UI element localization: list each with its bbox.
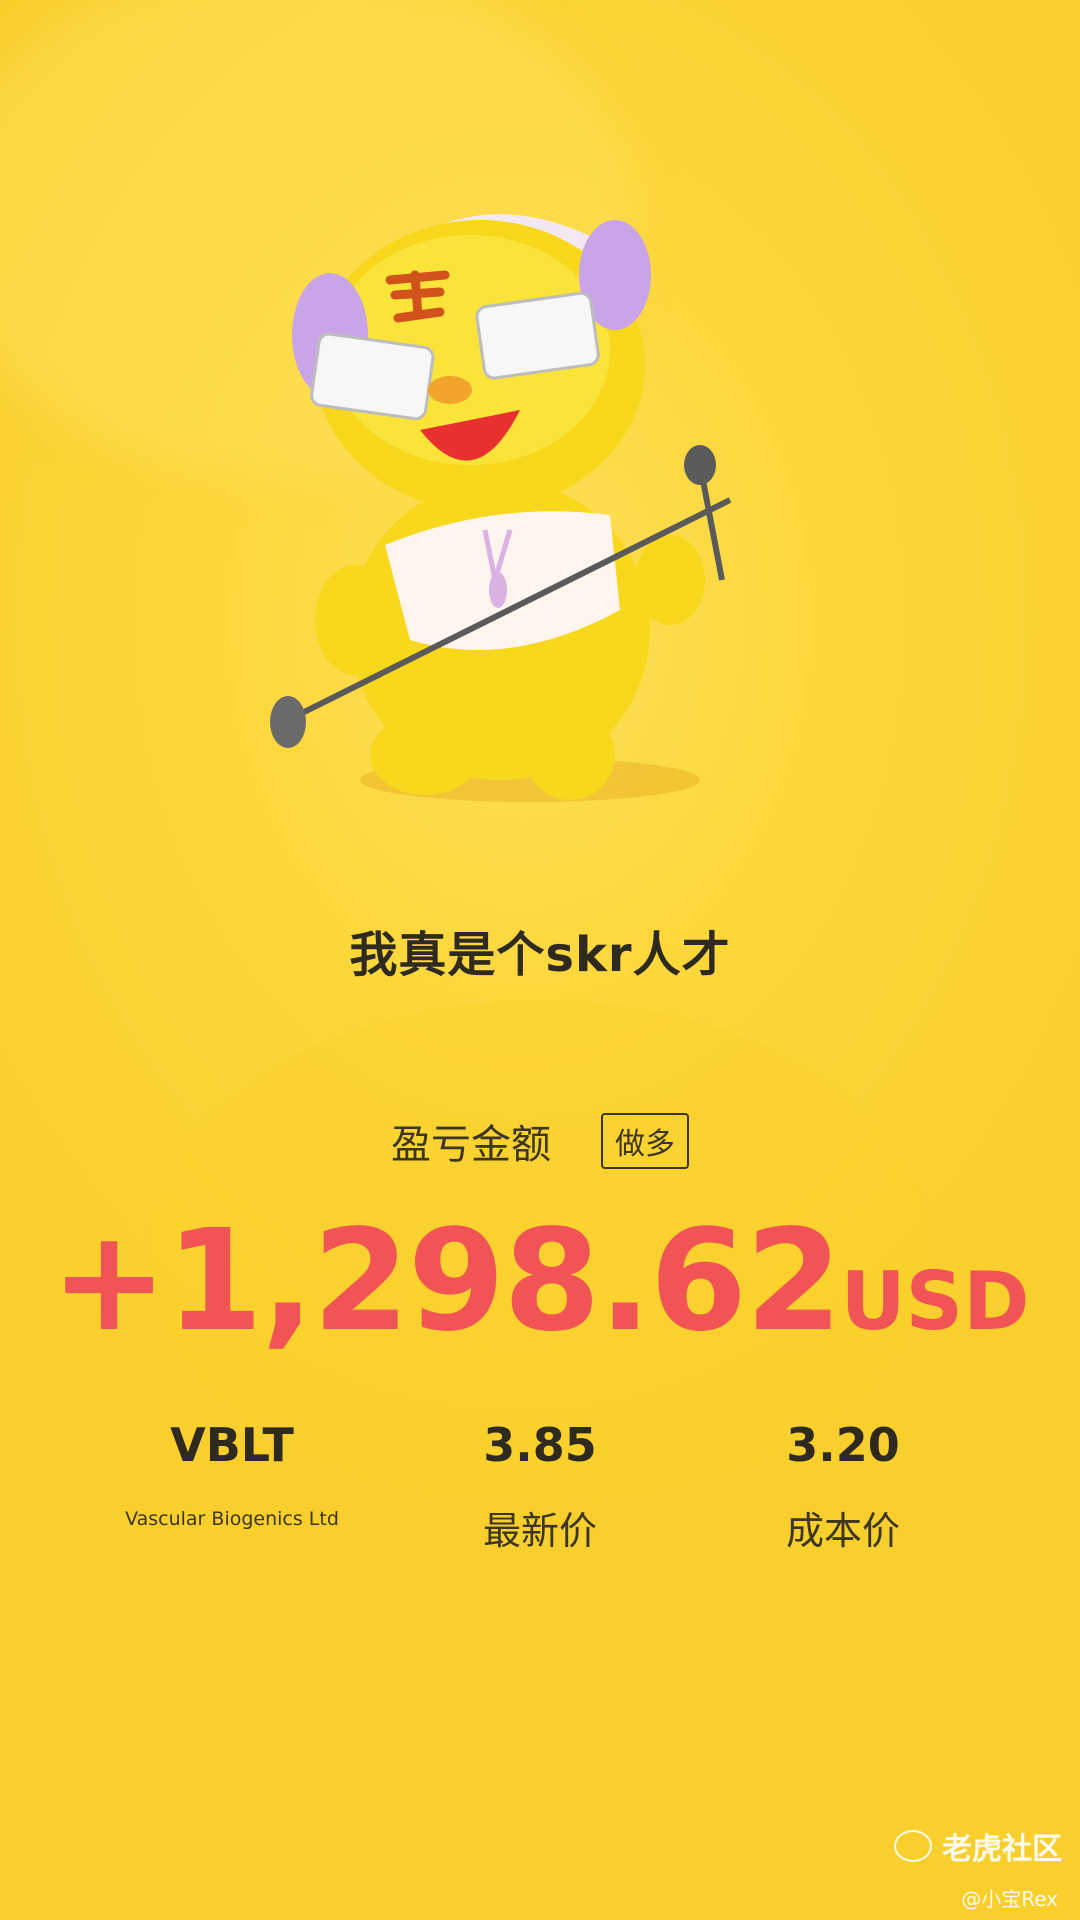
tiger-mascot-icon [270, 214, 732, 802]
share-card: 我真是个skr人才 盈亏金额 做多 +1,298.62USD VBLT Vasc… [0, 0, 1080, 1920]
symbol-stat: VBLT Vascular Biogenics Ltd [82, 1418, 382, 1530]
profit-amount: +1,298.62USD [0, 1200, 1080, 1363]
watermark-author: @小宝Rex [961, 1887, 1058, 1911]
cost-price-value: 3.20 [786, 1418, 900, 1472]
latest-price-value: 3.85 [483, 1418, 597, 1472]
stock-symbol: VBLT [170, 1418, 294, 1472]
watermark-brand-text: 老虎社区 [942, 1832, 1062, 1867]
profit-amount-value: +1,298.62 [50, 1200, 842, 1363]
direction-badge: 做多 [601, 1113, 689, 1169]
profit-currency: USD [840, 1255, 1030, 1348]
profit-label: 盈亏金额 [391, 1122, 551, 1168]
latest-price-stat: 3.85 最新价 [390, 1418, 690, 1555]
cost-price-label: 成本价 [785, 1509, 900, 1553]
cost-price-stat: 3.20 成本价 [693, 1418, 993, 1555]
company-name: Vascular Biogenics Ltd [125, 1508, 339, 1530]
page-title: 我真是个skr人才 [349, 927, 731, 983]
latest-price-label: 最新价 [482, 1509, 597, 1553]
profit-label-row: 盈亏金额 做多 [0, 1112, 1080, 1170]
tiger-logo-icon [894, 1830, 932, 1862]
watermark-brand: 老虎社区 [894, 1824, 1062, 1868]
